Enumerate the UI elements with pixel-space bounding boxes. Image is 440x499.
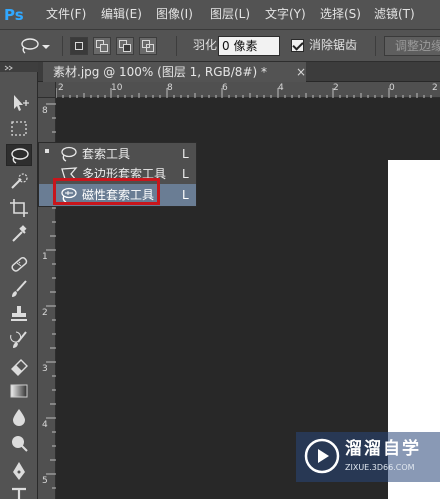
intersect-selection-button[interactable] (139, 37, 157, 55)
options-divider (62, 36, 63, 56)
menu-select[interactable]: 选择(S) (320, 7, 361, 21)
refine-edge-button[interactable]: 调整边缘 (384, 36, 440, 56)
menu-bar: Ps 文件(F) 编辑(E) 图像(I) 图层(L) 文字(Y) 选择(S) 滤… (0, 0, 440, 30)
lasso-icon (61, 146, 77, 162)
watermark-title: 溜溜自学 (345, 439, 421, 459)
eyedropper-icon (12, 225, 27, 242)
feather-input[interactable]: 0 像素 (218, 36, 280, 56)
clone-stamp-tool[interactable] (6, 303, 32, 325)
menu-layer[interactable]: 图层(L) (210, 7, 250, 21)
gradient-icon (10, 384, 28, 398)
options-bar: 羽化: 0 像素 消除锯齿 调整边缘 (0, 30, 440, 62)
ruler-label: 4 (278, 83, 284, 93)
current-tool-indicator (45, 149, 49, 153)
feather-label: 羽化: (193, 38, 222, 52)
annotation-highlight-box (53, 178, 160, 205)
ruler-label: 0 (389, 83, 395, 93)
crop-icon (10, 199, 28, 217)
move-icon (14, 95, 29, 111)
menu-edit[interactable]: 编辑(E) (101, 7, 142, 21)
ruler-label: 5 (42, 476, 48, 486)
eraser-tool[interactable] (6, 354, 32, 376)
photoshop-logo: Ps (4, 6, 24, 24)
pen-icon (13, 462, 25, 480)
horizontal-ruler[interactable]: 2 10 8 6 4 2 0 2 (56, 82, 440, 98)
ruler-origin[interactable] (38, 82, 56, 98)
watermark: 溜溜自学 ZIXUE.3D66.COM (296, 432, 440, 482)
square-icon (123, 44, 131, 52)
move-tool[interactable] (6, 92, 32, 114)
ruler-label: 6 (222, 83, 228, 93)
healing-brush-tool[interactable] (6, 253, 32, 275)
pen-tool[interactable] (6, 460, 32, 482)
lasso-icon (21, 38, 50, 54)
antialias-label: 消除锯齿 (309, 38, 358, 52)
ruler-label: 2 (432, 83, 438, 93)
ruler-label: 1 (42, 252, 48, 262)
antialias-checkbox[interactable] (291, 39, 304, 52)
menu-file[interactable]: 文件(F) (46, 7, 86, 21)
document-tab-title: 素材.jpg @ 100% (图层 1, RGB/8#) * (53, 65, 267, 79)
eyedropper-tool[interactable] (6, 223, 32, 245)
marquee-icon (11, 121, 27, 136)
square-icon (146, 44, 154, 52)
tool-preset-picker[interactable] (18, 36, 54, 56)
eraser-icon (11, 359, 28, 376)
dodge-icon (12, 436, 28, 452)
menu-image[interactable]: 图像(I) (156, 7, 193, 21)
add-to-selection-button[interactable] (93, 37, 111, 55)
healing-brush-icon (11, 257, 28, 272)
ruler-label: 2 (42, 308, 48, 318)
clone-stamp-icon (11, 306, 27, 321)
flyout-item-shortcut: L (182, 147, 189, 161)
watermark-url: ZIXUE.3D66.COM (345, 463, 415, 472)
crop-tool[interactable] (6, 197, 32, 219)
ruler-label: 10 (111, 83, 123, 93)
square-icon (100, 44, 108, 52)
subtract-from-selection-button[interactable] (116, 37, 134, 55)
type-tool[interactable] (6, 484, 32, 499)
quick-select-tool[interactable] (6, 171, 32, 193)
lasso-icon (11, 148, 29, 164)
type-icon (12, 487, 26, 499)
ruler-label: 8 (42, 106, 48, 116)
document-tab[interactable]: 素材.jpg @ 100% (图层 1, RGB/8#) * (43, 62, 306, 82)
close-tab-button[interactable]: × (296, 62, 306, 82)
flyout-item-label: 套索工具 (82, 147, 131, 161)
square-icon (75, 42, 83, 50)
marquee-tool[interactable] (6, 118, 32, 140)
flyout-item-shortcut: L (182, 188, 189, 202)
ruler-label: 8 (167, 83, 173, 93)
blur-tool[interactable] (6, 406, 32, 428)
ruler-label: 2 (333, 83, 339, 93)
history-brush-icon (10, 331, 27, 348)
blur-icon (13, 409, 25, 426)
menu-filter[interactable]: 滤镜(T) (374, 7, 415, 21)
play-logo-icon (304, 438, 340, 474)
options-divider (375, 36, 376, 56)
close-icon: × (296, 65, 307, 79)
new-selection-button[interactable] (70, 37, 88, 55)
brush-icon (12, 280, 27, 297)
history-brush-tool[interactable] (6, 329, 32, 351)
flyout-item-shortcut: L (182, 167, 189, 181)
flyout-item-lasso[interactable]: 套索工具 L (39, 144, 196, 164)
document-tab-bar: 素材.jpg @ 100% (图层 1, RGB/8#) * × (38, 62, 440, 82)
menu-type[interactable]: 文字(Y) (265, 7, 306, 21)
ruler-label: 2 (58, 83, 64, 93)
options-divider (176, 36, 177, 56)
dodge-tool[interactable] (6, 432, 32, 454)
gradient-tool[interactable] (6, 380, 32, 402)
ruler-label: 4 (42, 420, 48, 430)
lasso-tool[interactable] (6, 144, 32, 166)
quick-select-icon (11, 173, 28, 189)
toolbox (0, 72, 38, 499)
toolbox-header[interactable] (0, 62, 38, 72)
brush-tool[interactable] (6, 278, 32, 300)
ruler-label: 3 (42, 364, 48, 374)
